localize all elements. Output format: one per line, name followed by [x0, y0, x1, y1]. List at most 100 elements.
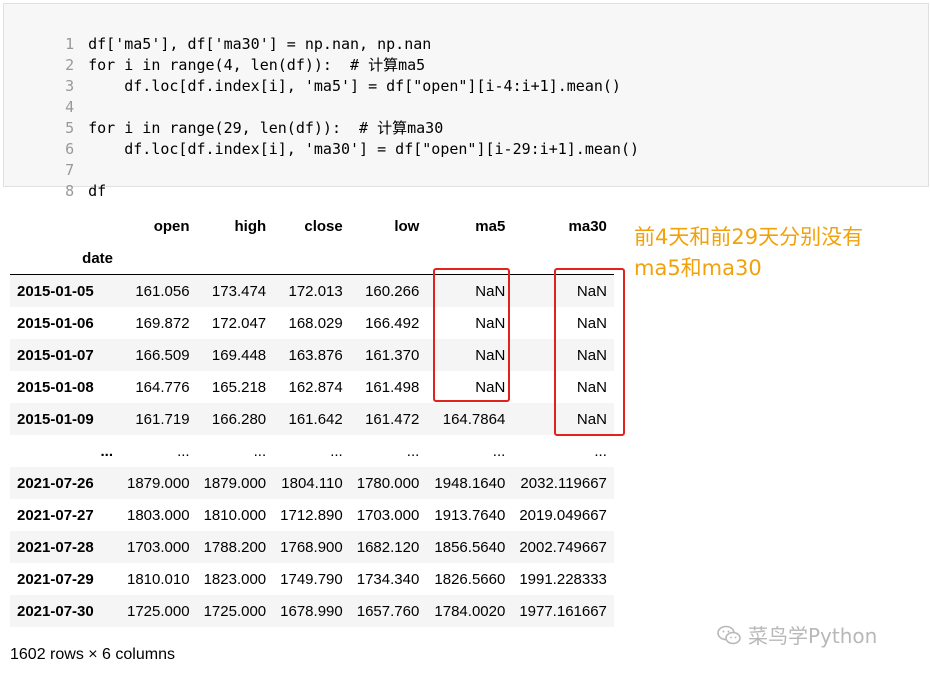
table-cell: 1749.790: [280, 570, 343, 588]
table-cell: 173.474: [211, 282, 267, 300]
table-cell: 168.029: [288, 314, 343, 332]
code-line: 5 for i in range(29, len(df)): # 计算ma30: [4, 97, 443, 137]
annotation-line: 前4天和前29天分别没有: [634, 225, 864, 249]
code-line: 1 df['ma5'], df['ma30'] = np.nan, np.nan: [4, 13, 431, 53]
table-cell: ...: [406, 442, 420, 460]
table-cell: ...: [492, 442, 506, 460]
dataframe-table: open high close low ma5 ma30 date 2015-0…: [10, 210, 614, 627]
table-cell: 1784.0020: [434, 602, 506, 620]
code-text: df: [88, 182, 107, 200]
column-header-close: close: [304, 217, 343, 235]
row-index: 2021-07-30: [17, 602, 94, 620]
dataframe-shape: 1602 rows × 6 columns: [10, 646, 175, 663]
table-cell: 161.719: [135, 410, 190, 428]
annotation-note: 前4天和前29天分别没有 ma5和ma30: [634, 222, 924, 284]
table-cell: 162.874: [288, 378, 343, 396]
table-cell: 1657.760: [356, 602, 420, 620]
table-cell: 1682.120: [356, 538, 420, 556]
empty-cell: [273, 242, 350, 275]
table-cell: 1725.000: [127, 602, 190, 620]
table-cell: 172.047: [211, 314, 267, 332]
table-cell: 2032.119667: [520, 474, 607, 492]
row-index: 2021-07-26: [17, 474, 94, 492]
ma5-nan-highlight: [433, 268, 510, 402]
table-row: 2021-07-28 1703.000 1788.200 1768.900 16…: [10, 531, 614, 563]
column-header-ma5: ma5: [475, 217, 506, 235]
row-index: 2015-01-06: [17, 314, 94, 332]
index-name-row: date: [10, 242, 614, 275]
table-cell: 1879.000: [203, 474, 267, 492]
table-cell: 169.872: [135, 314, 190, 332]
table-cell: ...: [594, 442, 607, 460]
table-cell: 172.013: [288, 282, 343, 300]
table-cell: 1734.340: [356, 570, 420, 588]
corner-cell: [10, 210, 120, 242]
table-cell: 1678.990: [280, 602, 343, 620]
table-cell: 166.280: [211, 410, 267, 428]
table-cell: 161.370: [365, 346, 420, 364]
code-cell[interactable]: 1 df['ma5'], df['ma30'] = np.nan, np.nan …: [3, 3, 929, 200]
code-line: 4: [4, 76, 88, 116]
table-row: 2021-07-30 1725.000 1725.000 1678.990 16…: [10, 595, 614, 627]
table-cell: 1712.890: [280, 506, 343, 524]
code-line: 7: [4, 139, 88, 179]
index-name: date: [10, 242, 120, 275]
table-cell: 1810.010: [127, 570, 190, 588]
table-cell: 161.056: [135, 282, 190, 300]
code-text: df.loc[df.index[i], 'ma30'] = df["open"]…: [88, 140, 640, 158]
watermark-text: 菜鸟学Python: [748, 624, 878, 648]
empty-cell: [120, 242, 197, 275]
wechat-icon: [717, 625, 741, 644]
table-cell: 1703.000: [356, 506, 420, 524]
table-cell: 169.448: [211, 346, 267, 364]
table-cell: 1913.7640: [434, 506, 506, 524]
table-cell: 1768.900: [280, 538, 343, 556]
annotation-line: ma5和ma30: [634, 256, 762, 280]
row-index: 2015-01-09: [17, 410, 94, 428]
table-cell: 1823.000: [203, 570, 267, 588]
column-header-high: high: [234, 217, 267, 235]
code-line: 8 df: [4, 160, 106, 200]
code-text: df.loc[df.index[i], 'ma5'] = df["open"][…: [88, 77, 621, 95]
row-index: 2021-07-27: [17, 506, 94, 524]
row-index: 2015-01-07: [17, 346, 94, 364]
table-cell: 160.266: [365, 282, 420, 300]
table-row: 2015-01-07 166.509 169.448 163.876 161.3…: [10, 339, 614, 371]
table-cell: 165.218: [211, 378, 267, 396]
table-cell: 1703.000: [127, 538, 190, 556]
line-number: 8: [65, 182, 75, 200]
table-cell: 166.492: [365, 314, 420, 332]
row-index: ...: [100, 442, 113, 460]
table-cell: 164.7864: [442, 410, 506, 428]
code-line: 3 df.loc[df.index[i], 'ma5'] = df["open"…: [4, 55, 621, 95]
table-row: 2015-01-06 169.872 172.047 168.029 166.4…: [10, 307, 614, 339]
table-cell: 1879.000: [127, 474, 190, 492]
table-cell: 1826.5660: [434, 570, 506, 588]
empty-cell: [349, 242, 427, 275]
table-cell: 163.876: [288, 346, 343, 364]
table-row: 2021-07-26 1879.000 1879.000 1804.110 17…: [10, 467, 614, 499]
table-row: 2021-07-29 1810.010 1823.000 1749.790 17…: [10, 563, 614, 595]
row-index: 2021-07-28: [17, 538, 94, 556]
column-header-open: open: [153, 217, 190, 235]
dataframe-output: open high close low ma5 ma30 date 2015-0…: [10, 210, 614, 627]
code-line: 6 df.loc[df.index[i], 'ma30'] = df["open…: [4, 118, 639, 158]
row-index: 2021-07-29: [17, 570, 94, 588]
table-cell: 166.509: [135, 346, 190, 364]
watermark: 菜鸟学Python: [716, 620, 877, 649]
table-cell: 1803.000: [127, 506, 190, 524]
column-header-ma30: ma30: [568, 217, 607, 235]
table-cell: 1991.228333: [519, 570, 607, 588]
table-cell: 164.776: [135, 378, 190, 396]
column-header-low: low: [394, 217, 420, 235]
table-cell: 161.498: [365, 378, 420, 396]
table-cell: 2002.749667: [519, 538, 607, 556]
table-cell: 2019.049667: [519, 506, 607, 524]
row-index: 2015-01-08: [17, 378, 94, 396]
ma30-nan-highlight: [554, 268, 625, 436]
table-cell: 1788.200: [203, 538, 267, 556]
table-cell: 161.642: [288, 410, 343, 428]
row-index: 2015-01-05: [17, 282, 94, 300]
code-line: 2 for i in range(4, len(df)): # 计算ma5: [4, 34, 425, 74]
table-cell: ...: [253, 442, 267, 460]
